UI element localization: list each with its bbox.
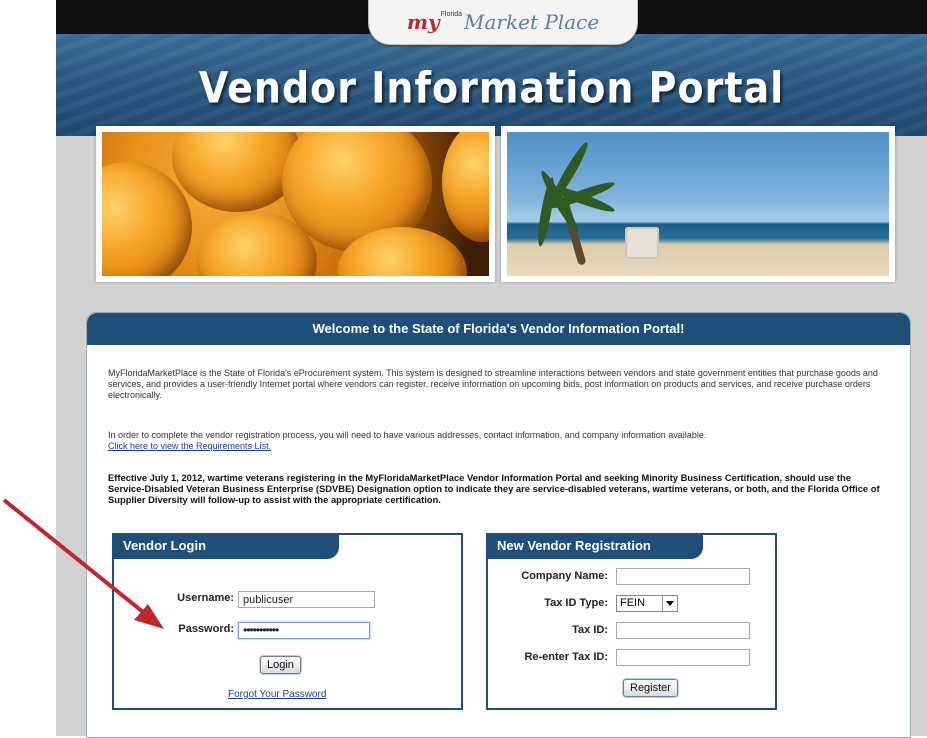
logo-marketplace-text: Market Place [464, 10, 600, 34]
intro-paragraph: MyFloridaMarketPlace is the State of Flo… [108, 368, 878, 400]
tax-id-type-label: Tax ID Type: [544, 597, 608, 609]
chevron-down-icon[interactable] [662, 596, 677, 611]
registration-note-text: In order to complete the vendor registra… [108, 430, 707, 440]
register-button[interactable]: Register [623, 679, 678, 697]
oranges-photo-frame [96, 126, 495, 282]
welcome-header: Welcome to the State of Florida's Vendor… [87, 313, 910, 345]
registration-note: In order to complete the vendor registra… [108, 430, 886, 452]
reenter-tax-id-label: Re-enter Tax ID: [524, 651, 608, 663]
company-name-label: Company Name: [521, 570, 608, 582]
page: my Florida Market Place Vendor Informati… [0, 0, 927, 738]
left-margin [0, 0, 56, 736]
beach-photo [507, 132, 889, 276]
login-button[interactable]: Login [260, 656, 301, 674]
vendor-login-box: Vendor Login Username: Password: Login F… [112, 533, 463, 710]
company-name-input[interactable] [616, 568, 750, 585]
reenter-tax-id-input[interactable] [616, 649, 750, 666]
beach-chair [625, 227, 659, 259]
tax-id-label: Tax ID: [572, 624, 608, 636]
beach-photo-frame [501, 126, 895, 282]
registration-header: New Vendor Registration [487, 534, 703, 559]
password-label: Password: [178, 623, 234, 635]
username-input[interactable] [238, 591, 375, 608]
orange [442, 132, 489, 242]
marketplace-logo[interactable]: my Florida Market Place [368, 0, 638, 45]
new-vendor-registration-box: New Vendor Registration Company Name: Ta… [486, 533, 777, 710]
forgot-password-link[interactable]: Forgot Your Password [228, 689, 326, 700]
requirements-list-link[interactable]: Click here to view the Requirements List… [108, 441, 271, 451]
vendor-login-header: Vendor Login [113, 534, 339, 559]
logo-florida-text: Florida [440, 10, 463, 18]
palm-frond [535, 176, 558, 248]
tax-id-input[interactable] [616, 622, 750, 639]
tax-id-type-select[interactable]: FEIN [616, 595, 678, 612]
tax-id-type-value: FEIN [620, 597, 646, 609]
veterans-note: Effective July 1, 2012, wartime veterans… [108, 472, 880, 505]
password-input[interactable] [238, 622, 370, 639]
logo-my-text: my [406, 10, 440, 34]
oranges-photo [102, 132, 489, 276]
portal-title: Vendor Information Portal [198, 63, 785, 113]
username-label: Username: [177, 592, 234, 604]
